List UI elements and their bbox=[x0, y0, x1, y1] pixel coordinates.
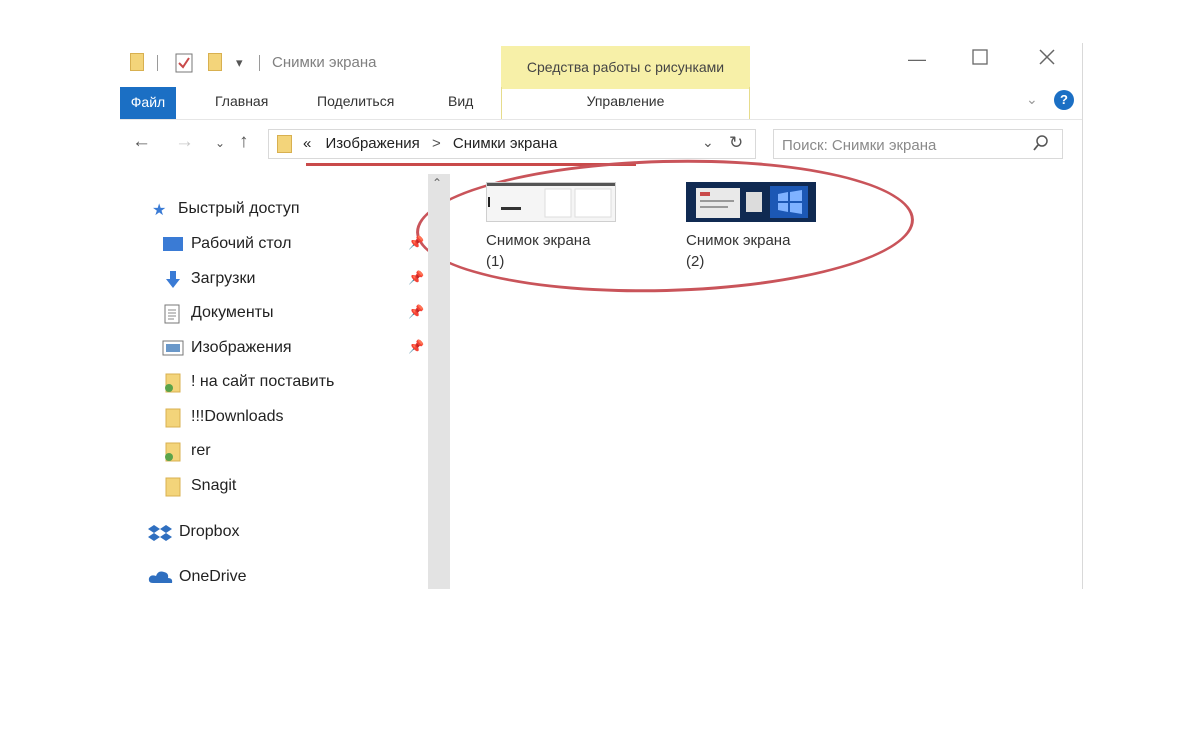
folder-icon bbox=[164, 408, 182, 433]
shared-folder-icon bbox=[164, 373, 182, 398]
close-button[interactable] bbox=[1038, 48, 1056, 71]
file-name-label: Снимок экрана bbox=[486, 232, 591, 249]
document-icon bbox=[164, 304, 180, 329]
file-name: Снимок экрана (2) bbox=[686, 230, 836, 272]
breadcrumb-item[interactable]: Снимки экрана bbox=[453, 135, 557, 152]
file-thumbnail bbox=[686, 182, 816, 222]
sidebar-item-folder[interactable]: Snagit bbox=[120, 474, 428, 500]
breadcrumb-item[interactable]: Изображения bbox=[326, 135, 420, 152]
star-icon: ★ bbox=[152, 202, 167, 219]
download-arrow-icon bbox=[164, 270, 182, 295]
tab-file[interactable]: Файл bbox=[120, 87, 176, 119]
sidebar-item-label: OneDrive bbox=[179, 568, 247, 585]
up-button[interactable]: ↑ bbox=[239, 131, 249, 153]
tab-manage[interactable]: Управление bbox=[501, 87, 750, 119]
sidebar-item-folder[interactable]: !!!Downloads bbox=[120, 405, 428, 431]
sidebar-item-folder[interactable]: ! на сайт поставить bbox=[120, 370, 428, 396]
tab-share[interactable]: Поделиться bbox=[317, 93, 394, 109]
pictures-icon bbox=[162, 339, 184, 362]
tab-view[interactable]: Вид bbox=[448, 93, 473, 109]
sidebar-item-pictures[interactable]: Изображения 📌 bbox=[120, 336, 428, 362]
file-name-label: Снимок экрана bbox=[686, 232, 791, 249]
sidebar-item-label: Snagit bbox=[191, 477, 237, 494]
search-icon[interactable] bbox=[1032, 134, 1050, 157]
tab-manage-label: Управление bbox=[586, 93, 665, 109]
sidebar-item-onedrive[interactable]: OneDrive bbox=[120, 565, 428, 589]
breadcrumb-separator: > bbox=[431, 135, 441, 152]
breadcrumb-overflow[interactable]: « bbox=[303, 135, 311, 152]
properties-icon[interactable] bbox=[175, 53, 193, 73]
customize-toolbar-icon[interactable]: ▾ bbox=[236, 55, 243, 75]
sidebar-item-quick-access[interactable]: ★ Быстрый доступ bbox=[120, 197, 428, 223]
navigation-pane: ★ Быстрый доступ Рабочий стол 📌 Загрузки… bbox=[120, 173, 428, 589]
contextual-tab-header: Средства работы с рисунками bbox=[501, 46, 750, 89]
navigation-bar: ← → ⌄ ↑ « Изображения > Снимки экрана ⌄ … bbox=[120, 127, 1082, 161]
help-icon[interactable]: ? bbox=[1054, 90, 1074, 110]
sidebar-item-folder[interactable]: rer bbox=[120, 439, 428, 465]
breadcrumb: « Изображения > Снимки экрана bbox=[303, 135, 557, 152]
sidebar-item-desktop[interactable]: Рабочий стол 📌 bbox=[120, 232, 428, 258]
address-bar[interactable]: « Изображения > Снимки экрана ⌄ ↻ bbox=[268, 129, 756, 159]
sidebar-item-label: Dropbox bbox=[179, 523, 240, 540]
window-title: Снимки экрана bbox=[272, 54, 377, 71]
new-folder-icon[interactable] bbox=[208, 53, 222, 71]
sidebar-item-label: Быстрый доступ bbox=[178, 200, 300, 217]
search-input[interactable] bbox=[780, 133, 1024, 157]
recent-locations-icon[interactable]: ⌄ bbox=[215, 136, 225, 150]
chevron-down-icon[interactable]: ⌄ bbox=[702, 134, 714, 151]
desktop-icon bbox=[162, 235, 184, 258]
ribbon-tabs: Файл Главная Поделиться Вид Управление ⌄… bbox=[120, 87, 1082, 120]
file-name: Снимок экрана (1) bbox=[486, 230, 636, 272]
sidebar-item-label: rer bbox=[191, 442, 211, 459]
pin-icon: 📌 bbox=[408, 235, 425, 250]
sidebar-item-label: Документы bbox=[191, 304, 274, 321]
file-name-index: (1) bbox=[486, 253, 505, 270]
pin-icon: 📌 bbox=[408, 304, 425, 319]
sidebar-item-label: ! на сайт поставить bbox=[191, 373, 335, 390]
forward-button[interactable]: → bbox=[175, 131, 194, 153]
pin-icon: 📌 bbox=[408, 270, 425, 285]
folder-icon[interactable] bbox=[130, 53, 144, 71]
explorer-window: ▾ Снимки экрана Средства работы с рисунк… bbox=[120, 43, 1083, 589]
sidebar-item-dropbox[interactable]: Dropbox bbox=[120, 520, 428, 546]
tab-home[interactable]: Главная bbox=[215, 93, 268, 109]
maximize-button[interactable] bbox=[972, 49, 988, 70]
title-bar: ▾ Снимки экрана Средства работы с рисунк… bbox=[120, 43, 1082, 89]
file-name-index: (2) bbox=[686, 253, 705, 270]
onedrive-cloud-icon bbox=[148, 568, 174, 589]
sidebar-item-label: !!!Downloads bbox=[191, 408, 284, 425]
file-item[interactable]: Снимок экрана (2) bbox=[686, 182, 836, 272]
refresh-icon[interactable]: ↻ bbox=[729, 133, 743, 153]
folder-icon bbox=[277, 135, 292, 153]
back-button[interactable]: ← bbox=[132, 131, 151, 153]
sidebar-item-documents[interactable]: Документы 📌 bbox=[120, 301, 428, 327]
pin-icon: 📌 bbox=[408, 339, 425, 354]
file-list: Снимок экрана (1) Снимок экрана (2) bbox=[450, 174, 1082, 589]
shared-folder-icon bbox=[164, 442, 182, 467]
scroll-up-icon[interactable]: ⌃ bbox=[432, 176, 442, 190]
contextual-tab-label: Средства работы с рисунками bbox=[526, 59, 725, 75]
file-item[interactable]: Снимок экрана (1) bbox=[486, 182, 636, 272]
sidebar-item-label: Изображения bbox=[191, 339, 292, 356]
sidebar-item-downloads[interactable]: Загрузки 📌 bbox=[120, 267, 428, 293]
navigation-scrollbar[interactable]: ⌃ bbox=[428, 174, 450, 589]
folder-icon bbox=[164, 477, 182, 502]
expand-ribbon-icon[interactable]: ⌄ bbox=[1026, 91, 1038, 108]
separator bbox=[157, 55, 158, 71]
separator bbox=[259, 55, 260, 71]
sidebar-item-label: Загрузки bbox=[191, 270, 256, 287]
sidebar-item-label: Рабочий стол bbox=[191, 235, 292, 252]
dropbox-icon bbox=[148, 523, 172, 548]
search-box bbox=[773, 129, 1063, 159]
file-thumbnail bbox=[486, 182, 616, 222]
minimize-button[interactable]: — bbox=[908, 49, 926, 70]
